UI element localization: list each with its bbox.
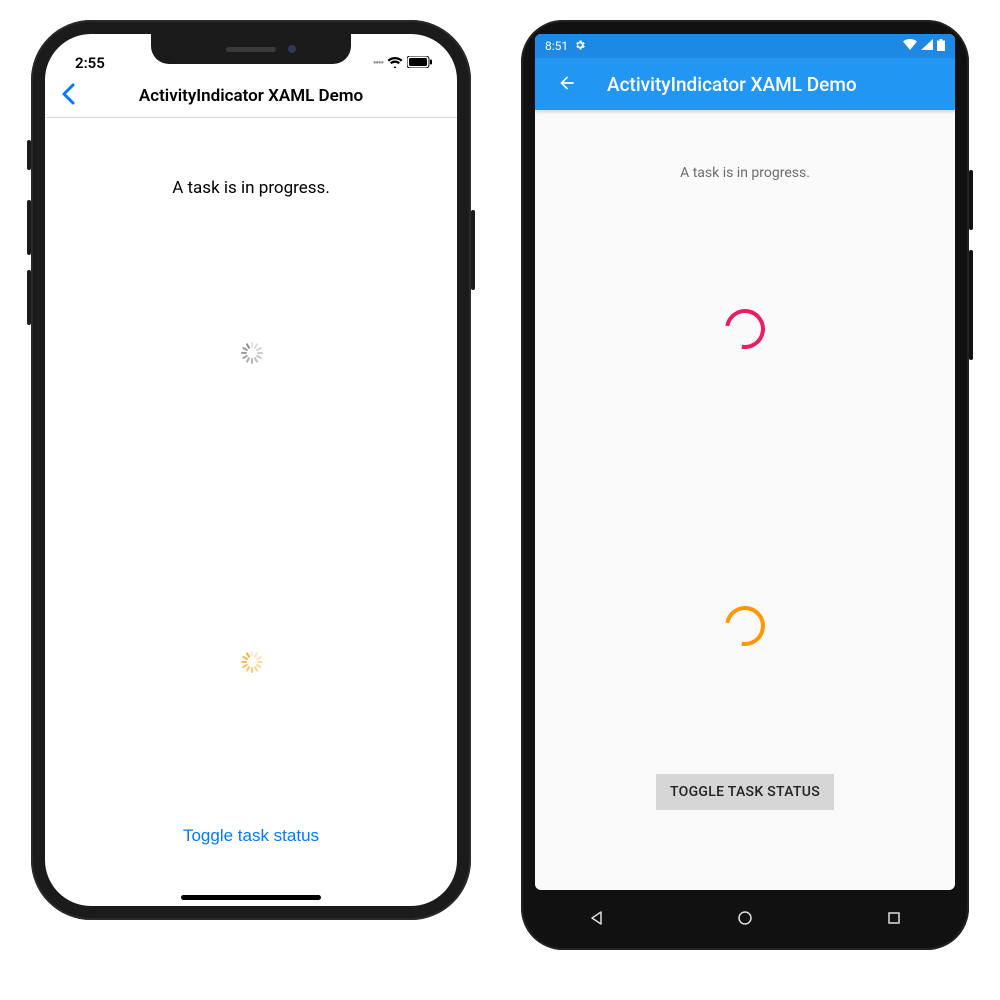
- toggle-task-status-button[interactable]: TOGGLE TASK STATUS: [656, 774, 834, 810]
- gear-icon: [574, 39, 586, 54]
- android-content: A task is in progress. TOGGLE TASK STATU…: [535, 110, 955, 890]
- home-indicator[interactable]: [181, 895, 321, 900]
- battery-icon: [407, 54, 433, 72]
- iphone-screen: 2:55 •••• ActivityIndicator XAML Demo A …: [45, 34, 457, 906]
- android-power-button: [969, 170, 973, 230]
- iphone-vol-up: [27, 200, 31, 255]
- iphone-notch: [151, 34, 351, 64]
- back-button[interactable]: [55, 78, 81, 114]
- android-screen: 8:51 ActivityIndicator: [535, 34, 955, 890]
- cellular-icon: ••••: [373, 58, 383, 69]
- toggle-task-status-button[interactable]: Toggle task status: [163, 816, 339, 856]
- iphone-device-frame: 2:55 •••• ActivityIndicator XAML Demo A …: [31, 20, 471, 920]
- activity-indicator-orange: [240, 651, 262, 673]
- ios-content: A task is in progress. Toggle task statu…: [45, 118, 457, 906]
- nav-back-icon[interactable]: [586, 908, 606, 928]
- android-system-nav: [521, 898, 969, 938]
- iphone-mute-switch: [27, 140, 31, 170]
- ios-nav-bar: ActivityIndicator XAML Demo: [45, 74, 457, 118]
- android-status-bar: 8:51: [535, 34, 955, 58]
- android-app-bar: ActivityIndicator XAML Demo: [535, 58, 955, 110]
- activity-indicator-orange: [717, 598, 773, 654]
- android-device-frame: 8:51 ActivityIndicator: [521, 20, 969, 950]
- wifi-icon: [387, 54, 403, 72]
- iphone-vol-down: [27, 270, 31, 325]
- android-volume-rocker: [969, 250, 973, 360]
- task-status-label: A task is in progress.: [680, 165, 810, 181]
- ios-clock: 2:55: [75, 54, 105, 72]
- page-title: ActivityIndicator XAML Demo: [45, 86, 457, 106]
- android-clock: 8:51: [545, 39, 568, 53]
- wifi-icon: [903, 39, 917, 53]
- nav-home-icon[interactable]: [735, 908, 755, 928]
- battery-icon: [937, 39, 945, 54]
- iphone-power-button: [471, 210, 475, 290]
- back-button[interactable]: [551, 67, 583, 102]
- activity-indicator-default: [240, 342, 262, 364]
- nav-recents-icon[interactable]: [884, 908, 904, 928]
- activity-indicator-pink: [717, 301, 773, 357]
- cellular-icon: [921, 39, 933, 53]
- page-title: ActivityIndicator XAML Demo: [607, 73, 857, 96]
- task-status-label: A task is in progress.: [172, 178, 330, 198]
